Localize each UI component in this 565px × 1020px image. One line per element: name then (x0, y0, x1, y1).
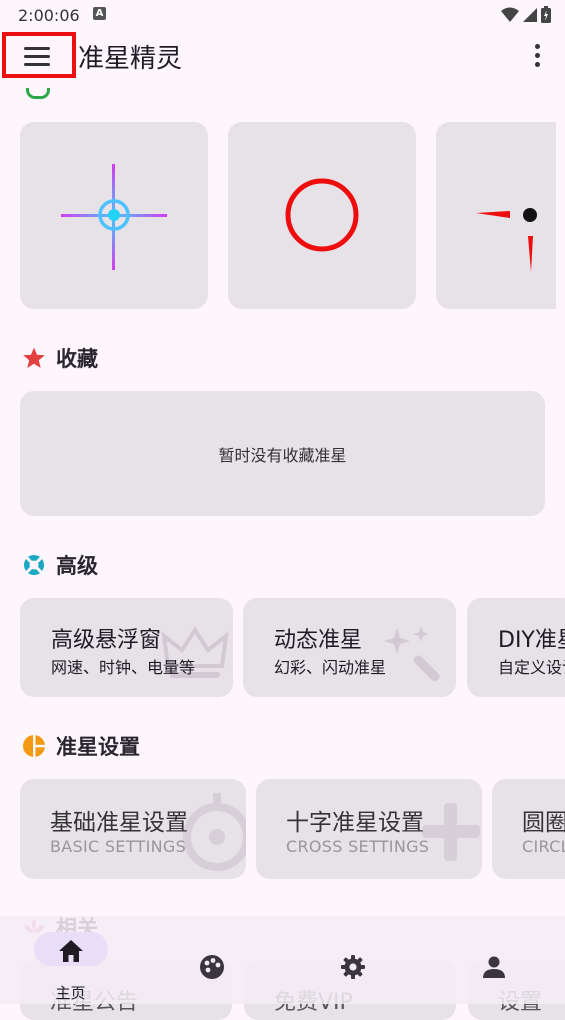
hamburger-icon (24, 47, 50, 66)
settings-card-title: 十字准星设置 (286, 810, 424, 836)
advanced-card-subtitle: 网速、时钟、电量等 (51, 658, 196, 677)
settings-card-subtitle: BASIC SETTINGS (50, 837, 187, 856)
bottom-navigation: 主页 (0, 916, 565, 1004)
app-title: 准星精灵 (78, 44, 183, 74)
settings-card-title: 圆圈准星设置 (522, 810, 565, 836)
advanced-title: 高级 (56, 554, 98, 578)
signal-icon (523, 7, 537, 22)
advanced-header: 高级 (22, 550, 98, 580)
status-icons (501, 6, 551, 23)
advanced-card-subtitle: 自定义设计 (498, 658, 565, 677)
wifi-icon (501, 7, 519, 22)
advanced-card-subtitle: 幻彩、闪动准星 (274, 658, 387, 677)
dot-crosshair-icon (476, 208, 537, 272)
lifebuoy-icon (24, 555, 44, 575)
nav-home[interactable]: 主页 (0, 916, 141, 1004)
person-icon (483, 956, 505, 978)
favorites-empty-text: 暂时没有收藏准星 (218, 445, 347, 465)
section-icon-partial (26, 88, 50, 99)
nav-palette[interactable] (141, 916, 282, 1004)
favorites-empty-box: 暂时没有收藏准星 (20, 391, 545, 516)
settings-card-title: 基础准星设置 (50, 810, 188, 836)
nav-settings[interactable] (282, 916, 423, 1004)
settings-card-subtitle: CROSS SETTINGS (286, 837, 430, 856)
settings-card-subtitle: CIRCLE SETTINGS (522, 837, 565, 856)
advanced-floating-window-card[interactable]: 高级悬浮窗 网速、时钟、电量等 (20, 598, 233, 697)
nav-home-label: 主页 (55, 984, 86, 1002)
menu-button[interactable] (2, 32, 76, 78)
notification-icon: A (93, 7, 106, 20)
crosshair-settings-header: 准星设置 (22, 731, 140, 761)
advanced-card-title: DIY准星 (498, 628, 565, 653)
plus-icon (422, 803, 480, 861)
cross-settings-card[interactable]: 十字准星设置 CROSS SETTINGS (256, 779, 482, 879)
pie-chart-icon (23, 735, 45, 757)
advanced-diy-crosshair-card[interactable]: DIY准星 自定义设计 (467, 598, 565, 697)
status-time: 2:00:06 (18, 6, 80, 25)
cross-crosshair-icon (61, 164, 167, 270)
crosshair-preset-dot[interactable] (436, 122, 556, 309)
circle-settings-card[interactable]: 圆圈准星设置 CIRCLE SETTINGS (492, 779, 565, 879)
favorites-title: 收藏 (56, 347, 98, 371)
favorites-header: 收藏 (22, 343, 98, 373)
nav-profile[interactable] (423, 916, 564, 1004)
gear-icon (341, 955, 365, 979)
home-icon (59, 940, 83, 962)
basic-settings-card[interactable]: 基础准星设置 BASIC SETTINGS (20, 779, 246, 879)
crosshair-settings-title: 准星设置 (56, 735, 140, 759)
advanced-dynamic-crosshair-card[interactable]: 动态准星 幻彩、闪动准星 (243, 598, 456, 697)
crosshair-preset-cross[interactable] (20, 122, 208, 309)
more-options-icon[interactable] (530, 44, 544, 68)
advanced-card-title: 高级悬浮窗 (51, 628, 162, 653)
battery-icon (541, 6, 551, 23)
crosshair-preset-circle[interactable] (228, 122, 416, 309)
palette-icon (200, 955, 224, 979)
circle-crosshair-icon (285, 178, 359, 252)
star-icon (23, 347, 45, 368)
magic-wand-icon (384, 626, 440, 682)
advanced-card-title: 动态准星 (274, 628, 363, 653)
